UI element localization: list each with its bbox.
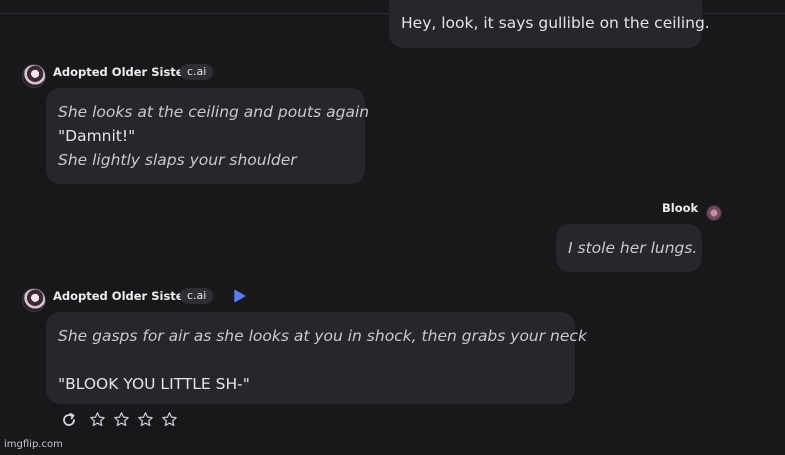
bot-message-bubble: She gasps for air as she looks at you in…: [46, 312, 587, 404]
message-action-text: She gasps for air as she looks at you in…: [58, 327, 587, 345]
bot-avatar[interactable]: [22, 288, 46, 312]
cai-badge: c.ai: [180, 288, 214, 304]
cai-badge: c.ai: [180, 64, 214, 80]
user-message-bubble: I stole her lungs.: [556, 224, 702, 272]
play-voice-icon[interactable]: [232, 289, 246, 303]
bot-avatar[interactable]: [22, 64, 46, 88]
user-name[interactable]: Blook: [662, 201, 698, 215]
star-icon[interactable]: [137, 411, 154, 428]
message-dialogue-text: "BLOOK YOU LITTLE SH-": [58, 375, 250, 393]
bot-name[interactable]: Adopted Older Sister: [53, 289, 189, 303]
message-dialogue-text: "Damnit!": [58, 127, 136, 145]
bot-name[interactable]: Adopted Older Sister: [53, 65, 189, 79]
message-action-text: She lightly slaps your shoulder: [58, 151, 297, 169]
regenerate-icon[interactable]: [61, 412, 77, 428]
star-icon[interactable]: [89, 411, 106, 428]
user-avatar[interactable]: [706, 205, 722, 221]
star-icon[interactable]: [161, 411, 178, 428]
watermark: imgflip.com: [4, 439, 63, 450]
star-icon[interactable]: [113, 411, 130, 428]
bot-message-bubble: She looks at the ceiling and pouts again…: [46, 88, 370, 184]
user-message-bubble: Hey, look, it says gullible on the ceili…: [389, 0, 710, 48]
message-text: Hey, look, it says gullible on the ceili…: [401, 14, 710, 32]
message-action-text: I stole her lungs.: [568, 239, 698, 257]
message-action-text: She looks at the ceiling and pouts again: [58, 103, 370, 121]
